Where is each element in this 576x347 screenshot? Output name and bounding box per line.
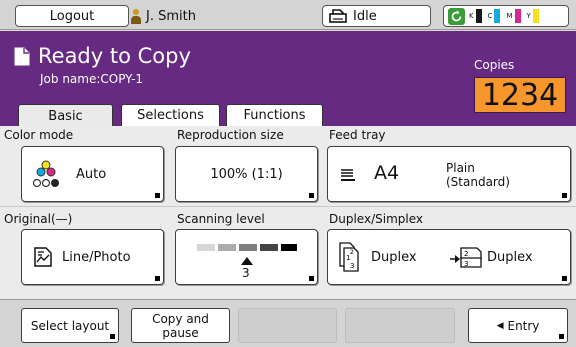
color-mode-value: Auto: [76, 166, 107, 182]
copies-label: Copies: [474, 58, 515, 72]
reproduction-size-label: Reproduction size: [177, 128, 284, 142]
original-value: Line/Photo: [62, 249, 131, 265]
status-button[interactable]: Idle: [322, 5, 431, 27]
svg-text:3: 3: [464, 260, 468, 268]
line-photo-icon: [34, 247, 52, 267]
color-mode-label: Color mode: [4, 128, 74, 142]
ink-c: C: [488, 9, 503, 23]
empty-slot: [238, 308, 337, 343]
tray-icon: [341, 169, 355, 181]
svg-text:2: 2: [350, 249, 354, 256]
feed-tray-button[interactable]: A4 Plain (Standard): [327, 146, 571, 202]
corner-marker: [155, 193, 160, 198]
original-button[interactable]: Line/Photo: [21, 229, 164, 285]
chevron-left-icon: ◀: [496, 320, 504, 331]
corner-marker: [562, 193, 567, 198]
user-indicator: J. Smith: [131, 5, 196, 27]
status-text: Idle: [353, 8, 377, 24]
duplex-simplex-label: Duplex/Simplex: [329, 212, 423, 226]
corner-marker: [110, 334, 115, 339]
duplex-original-icon: 1 3 2: [339, 242, 359, 272]
duplex-to-value: Duplex: [487, 250, 533, 265]
corner-marker: [155, 276, 160, 281]
reproduction-size-value: 100% (1:1): [210, 166, 283, 182]
select-layout-button[interactable]: Select layout: [21, 308, 119, 343]
entry-button[interactable]: ◀ Entry: [468, 308, 568, 343]
refresh-icon: [448, 7, 465, 25]
copy-and-pause-button[interactable]: Copy and pause: [131, 308, 230, 343]
scanning-level-scale: [197, 244, 297, 251]
ink-bar-c: [494, 9, 501, 23]
job-name: Job name:COPY-1: [40, 72, 144, 86]
ink-bar-k: [475, 9, 482, 23]
ink-m: M: [506, 9, 522, 23]
reproduction-size-button[interactable]: 100% (1:1): [175, 146, 318, 202]
scanning-level-button[interactable]: 3: [175, 229, 318, 285]
ink-y: Y: [527, 9, 541, 23]
ink-levels-button[interactable]: K C M Y: [443, 5, 569, 27]
copies-counter[interactable]: 1234: [474, 77, 566, 113]
printer-status-icon: [329, 8, 347, 23]
original-label: Original(—): [4, 212, 73, 226]
feed-tray-paper-type: Plain (Standard): [446, 161, 510, 189]
user-icon: [131, 8, 141, 24]
svg-text:3: 3: [350, 262, 354, 270]
color-mode-button[interactable]: Auto: [21, 146, 164, 202]
scanning-level-label: Scanning level: [177, 212, 265, 226]
ink-bar-y: [532, 9, 539, 23]
user-name: J. Smith: [146, 8, 196, 24]
row-divider: [0, 206, 576, 207]
page-title: Ready to Copy: [14, 44, 191, 68]
corner-marker: [309, 276, 314, 281]
feed-tray-size: A4: [374, 162, 400, 184]
corner-marker: [559, 334, 564, 339]
svg-text:2: 2: [464, 250, 468, 258]
feed-tray-label: Feed tray: [329, 128, 386, 142]
corner-marker: [562, 276, 567, 281]
duplex-output-icon: 2 3: [460, 247, 482, 268]
document-icon: [14, 47, 30, 65]
ink-k: K: [469, 9, 484, 23]
tab-selections[interactable]: Selections: [121, 104, 220, 126]
scanning-level-value: 3: [242, 266, 250, 280]
tab-basic[interactable]: Basic: [18, 104, 113, 127]
corner-marker: [309, 193, 314, 198]
duplex-simplex-button[interactable]: 1 3 2 Duplex 2 3 Duplex: [327, 229, 571, 285]
tab-functions[interactable]: Functions: [226, 104, 323, 126]
color-mode-icon: [32, 160, 59, 188]
level-pointer-icon: [241, 257, 253, 265]
duplex-from-value: Duplex: [371, 250, 417, 265]
logout-button[interactable]: Logout: [15, 5, 129, 27]
empty-slot: [345, 308, 455, 343]
ink-bar-m: [514, 9, 521, 23]
